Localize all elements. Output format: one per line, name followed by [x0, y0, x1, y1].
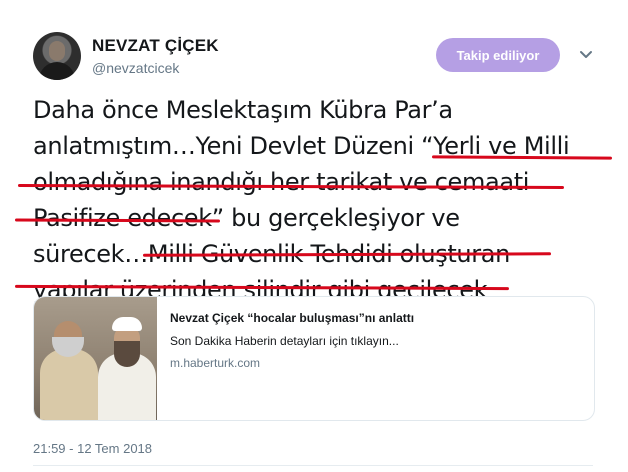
tweet-timestamp[interactable]: 21:59 - 12 Tem 2018: [33, 441, 152, 456]
news-photo-image: [34, 297, 157, 420]
tweet-text: Daha önce Meslektaşım Kübra Par’a anlatm…: [33, 92, 623, 308]
user-handle[interactable]: @nevzatcicek: [92, 60, 179, 76]
link-preview-card[interactable]: Nevzat Çiçek “hocalar buluşması”nı anlat…: [33, 296, 595, 421]
card-title: Nevzat Çiçek “hocalar buluşması”nı anlat…: [170, 311, 415, 325]
avatar-shoulders: [39, 62, 75, 80]
divider: [33, 465, 593, 466]
tweet-line: olmadığına inandığı her tarikat ve cemaa…: [33, 168, 530, 196]
tweet-line: Daha önce Meslektaşım Kübra Par’a: [33, 96, 453, 124]
card-description: Son Dakika Haberin detayları için tıklay…: [170, 334, 399, 348]
card-domain: m.haberturk.com: [170, 356, 261, 370]
following-button[interactable]: Takip ediliyor: [436, 38, 560, 72]
avatar[interactable]: [33, 32, 81, 80]
display-name[interactable]: NEVZAT ÇİÇEK: [92, 36, 219, 56]
chevron-down-icon[interactable]: [578, 46, 594, 62]
tweet-line: Pasifize edecek” bu gerçekleşiyor ve: [33, 204, 460, 232]
avatar-face: [49, 41, 65, 61]
